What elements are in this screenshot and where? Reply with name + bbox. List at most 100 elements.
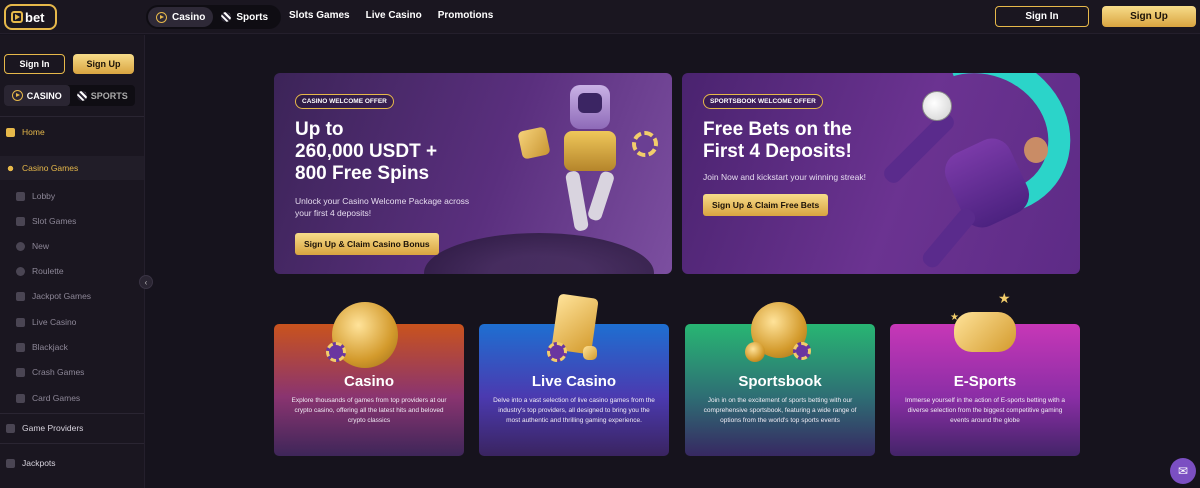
header-sign-up-button[interactable]: Sign Up bbox=[1102, 6, 1196, 27]
sidebar-divider bbox=[0, 443, 144, 444]
casino-coin-icon bbox=[11, 90, 23, 101]
sidebar-item-slot-games[interactable]: Slot Games bbox=[0, 209, 144, 233]
mascot-leg-art bbox=[564, 170, 590, 232]
nav-live-casino[interactable]: Live Casino bbox=[366, 10, 422, 21]
mode-switch: Casino Sports bbox=[146, 5, 281, 29]
card-description: Immerse yourself in the action of E-spor… bbox=[904, 397, 1066, 425]
headline-line: Up to bbox=[295, 119, 344, 140]
subtext-line: Unlock your Casino Welcome Package acros… bbox=[295, 196, 470, 206]
card-description: Explore thousands of games from top prov… bbox=[291, 397, 447, 425]
headline-line: Free Bets on the bbox=[703, 119, 852, 140]
tab-casino[interactable]: Casino bbox=[148, 7, 214, 27]
category-card-sportsbook[interactable]: Sportsbook Join in on the excitement of … bbox=[685, 302, 875, 456]
roulette-icon bbox=[16, 266, 25, 276]
subtext-line: your first 4 deposits! bbox=[295, 208, 372, 219]
chip-icon bbox=[326, 342, 346, 362]
star-icon: ★ bbox=[950, 312, 959, 323]
sidebar-collapse-button[interactable]: ‹ bbox=[139, 275, 153, 289]
sidebar: Sign In Sign Up CASINO SPORTS Home Casin… bbox=[0, 35, 145, 488]
tab-casino-label: Casino bbox=[172, 11, 206, 23]
nav-slots-games[interactable]: Slots Games bbox=[289, 10, 350, 21]
sidebar-item-label: Slot Games bbox=[32, 216, 77, 226]
chat-support-button[interactable]: ✉ bbox=[1170, 458, 1196, 484]
offer-tag: SPORTSBOOK WELCOME OFFER bbox=[703, 94, 823, 109]
chip-icon bbox=[547, 342, 567, 362]
category-card-e-sports[interactable]: ★ ★ E-Sports Immerse yourself in the act… bbox=[890, 290, 1080, 456]
site-logo[interactable]: bet bbox=[4, 4, 57, 30]
mascot-visor-art bbox=[578, 93, 602, 113]
headline-line: 800 Free Spins bbox=[295, 162, 430, 184]
category-card-casino[interactable]: Casino Explore thousands of games from t… bbox=[274, 302, 464, 456]
star-icon: ★ bbox=[998, 290, 1011, 306]
sportsbook-welcome-banner[interactable]: SPORTSBOOK WELCOME OFFER Free Bets on th… bbox=[682, 73, 1080, 274]
card-title: E-Sports bbox=[953, 373, 1017, 390]
card-description: Join in on the excitement of sports bett… bbox=[703, 397, 857, 425]
header-sign-in-button[interactable]: Sign In bbox=[995, 6, 1089, 27]
sidebar-item-label: Roulette bbox=[32, 266, 64, 276]
sidebar-sign-in-button[interactable]: Sign In bbox=[4, 54, 65, 74]
category-card-live-casino[interactable]: Live Casino Delve into a vast selection … bbox=[479, 293, 669, 456]
nav-promotions[interactable]: Promotions bbox=[438, 10, 494, 21]
logo-text: bet bbox=[25, 9, 45, 25]
sidebar-item-label: New bbox=[32, 241, 50, 251]
sidebar-item-label: Jackpots bbox=[22, 458, 56, 468]
claim-free-bets-button[interactable]: Sign Up & Claim Free Bets bbox=[703, 194, 829, 216]
sidebar-item-crash-games[interactable]: Crash Games bbox=[0, 360, 144, 384]
sidebar-item-roulette[interactable]: Roulette bbox=[0, 259, 144, 283]
banner-headline: Up to 260,000 USDT + 800 Free Spins bbox=[295, 119, 437, 185]
sidebar-item-lobby[interactable]: Lobby bbox=[0, 184, 144, 208]
card-title: Sportsbook bbox=[738, 373, 822, 390]
jackpot-icon bbox=[16, 291, 25, 301]
sidebar-item-home[interactable]: Home bbox=[0, 120, 144, 144]
soccer-ball-art bbox=[922, 91, 952, 121]
sidebar-item-label: Lobby bbox=[32, 191, 56, 201]
sidebar-item-new[interactable]: New bbox=[0, 234, 144, 258]
crown-icon bbox=[16, 317, 25, 327]
banner-subtext: Unlock your Casino Welcome Package acros… bbox=[295, 195, 469, 220]
claim-casino-bonus-button[interactable]: Sign Up & Claim Casino Bonus bbox=[295, 233, 439, 255]
sidebar-item-label: Card Games bbox=[32, 393, 81, 403]
plane-icon bbox=[16, 367, 25, 377]
slot-icon bbox=[16, 216, 25, 226]
sidebar-tab-sports[interactable]: SPORTS bbox=[70, 85, 136, 106]
logo-play-icon bbox=[11, 11, 23, 23]
tab-sports-label: Sports bbox=[236, 11, 269, 23]
main-nav: Slots Games Live Casino Promotions bbox=[289, 10, 493, 21]
roulette-wheel-art bbox=[424, 233, 654, 274]
sidebar-divider bbox=[0, 116, 144, 117]
new-icon bbox=[16, 241, 25, 251]
casino-chip-art bbox=[632, 131, 658, 157]
chat-icon: ✉ bbox=[1177, 464, 1189, 478]
sidebar-mode-switch: CASINO SPORTS bbox=[4, 85, 135, 106]
sidebar-item-jackpots[interactable]: Jackpots bbox=[0, 451, 144, 475]
sidebar-item-card-games[interactable]: Card Games bbox=[0, 386, 144, 410]
sidebar-item-blackjack[interactable]: Blackjack bbox=[0, 335, 144, 359]
sidebar-item-label: Jackpot Games bbox=[32, 291, 92, 301]
gamepad-icon bbox=[954, 312, 1016, 352]
sidebar-item-casino-games[interactable]: Casino Games bbox=[0, 156, 144, 180]
sidebar-item-label: Casino Games bbox=[22, 163, 79, 173]
tab-sports[interactable]: Sports bbox=[213, 7, 276, 27]
sidebar-item-live-casino[interactable]: Live Casino bbox=[0, 310, 144, 334]
sidebar-item-label: Game Providers bbox=[22, 423, 84, 433]
sidebar-tab-casino[interactable]: CASINO bbox=[4, 85, 70, 106]
mascot-leg-art bbox=[586, 170, 616, 222]
sidebar-divider bbox=[0, 413, 144, 414]
subtext-line: Join Now and kickstart your winning stre… bbox=[703, 172, 866, 182]
sidebar-item-label: Blackjack bbox=[32, 342, 68, 352]
home-icon bbox=[6, 127, 15, 137]
headline-line: 260,000 USDT + bbox=[295, 140, 438, 162]
sidebar-item-game-providers[interactable]: Game Providers bbox=[0, 416, 144, 440]
dice-icon bbox=[583, 346, 597, 360]
lobby-icon bbox=[16, 191, 25, 201]
sidebar-tab-casino-label: CASINO bbox=[26, 90, 62, 101]
sidebar-item-label: Crash Games bbox=[32, 367, 85, 377]
card-title: Live Casino bbox=[531, 373, 617, 390]
blackjack-icon bbox=[16, 342, 25, 352]
sidebar-sign-up-button[interactable]: Sign Up bbox=[73, 54, 134, 74]
mascot-body-art bbox=[564, 131, 616, 171]
dice-art bbox=[517, 126, 551, 160]
casino-welcome-banner[interactable]: CASINO WELCOME OFFER Up to 260,000 USDT … bbox=[274, 73, 672, 274]
sidebar-tab-sports-label: SPORTS bbox=[90, 90, 128, 101]
sidebar-item-jackpot-games[interactable]: Jackpot Games bbox=[0, 284, 144, 308]
